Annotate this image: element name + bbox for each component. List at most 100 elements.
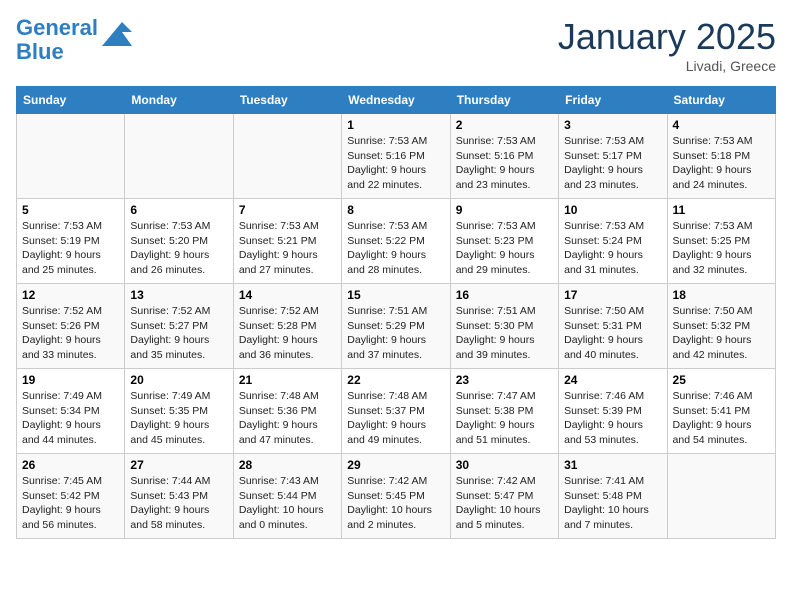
day-number: 4	[673, 118, 770, 132]
cell-content: Sunrise: 7:49 AM Sunset: 5:34 PM Dayligh…	[22, 389, 119, 448]
cell-content: Sunrise: 7:50 AM Sunset: 5:31 PM Dayligh…	[564, 304, 661, 363]
day-header-saturday: Saturday	[667, 87, 775, 114]
calendar-cell	[667, 454, 775, 539]
calendar-cell: 8 Sunrise: 7:53 AM Sunset: 5:22 PM Daylig…	[342, 199, 450, 284]
day-number: 10	[564, 203, 661, 217]
cell-content: Sunrise: 7:53 AM Sunset: 5:22 PM Dayligh…	[347, 219, 444, 278]
cell-content: Sunrise: 7:47 AM Sunset: 5:38 PM Dayligh…	[456, 389, 553, 448]
calendar-cell: 4 Sunrise: 7:53 AM Sunset: 5:18 PM Daylig…	[667, 114, 775, 199]
calendar-cell: 2 Sunrise: 7:53 AM Sunset: 5:16 PM Daylig…	[450, 114, 558, 199]
day-header-tuesday: Tuesday	[233, 87, 341, 114]
cell-content: Sunrise: 7:52 AM Sunset: 5:28 PM Dayligh…	[239, 304, 336, 363]
month-title: January 2025	[558, 16, 776, 58]
calendar-week-row: 1 Sunrise: 7:53 AM Sunset: 5:16 PM Daylig…	[17, 114, 776, 199]
calendar-cell: 6 Sunrise: 7:53 AM Sunset: 5:20 PM Daylig…	[125, 199, 233, 284]
cell-content: Sunrise: 7:53 AM Sunset: 5:23 PM Dayligh…	[456, 219, 553, 278]
calendar-header-row: SundayMondayTuesdayWednesdayThursdayFrid…	[17, 87, 776, 114]
calendar-cell: 9 Sunrise: 7:53 AM Sunset: 5:23 PM Daylig…	[450, 199, 558, 284]
day-number: 15	[347, 288, 444, 302]
cell-content: Sunrise: 7:48 AM Sunset: 5:36 PM Dayligh…	[239, 389, 336, 448]
calendar-cell: 26 Sunrise: 7:45 AM Sunset: 5:42 PM Dayli…	[17, 454, 125, 539]
day-number: 14	[239, 288, 336, 302]
cell-content: Sunrise: 7:45 AM Sunset: 5:42 PM Dayligh…	[22, 474, 119, 533]
page-header: GeneralBlue January 2025 Livadi, Greece	[16, 16, 776, 74]
calendar-cell: 17Sunrise: 7:50 AM Sunset: 5:31 PM Dayli…	[559, 284, 667, 369]
day-header-wednesday: Wednesday	[342, 87, 450, 114]
calendar-cell	[125, 114, 233, 199]
cell-content: Sunrise: 7:52 AM Sunset: 5:27 PM Dayligh…	[130, 304, 227, 363]
calendar-table: SundayMondayTuesdayWednesdayThursdayFrid…	[16, 86, 776, 539]
logo-text: GeneralBlue	[16, 16, 98, 64]
calendar-cell: 11Sunrise: 7:53 AM Sunset: 5:25 PM Dayli…	[667, 199, 775, 284]
calendar-cell: 15 Sunrise: 7:51 AM Sunset: 5:29 PM Dayli…	[342, 284, 450, 369]
cell-content: Sunrise: 7:52 AM Sunset: 5:26 PM Dayligh…	[22, 304, 119, 363]
day-number: 9	[456, 203, 553, 217]
calendar-cell	[233, 114, 341, 199]
cell-content: Sunrise: 7:46 AM Sunset: 5:41 PM Dayligh…	[673, 389, 770, 448]
day-number: 13	[130, 288, 227, 302]
calendar-cell: 5 Sunrise: 7:53 AM Sunset: 5:19 PM Daylig…	[17, 199, 125, 284]
cell-content: Sunrise: 7:42 AM Sunset: 5:47 PM Dayligh…	[456, 474, 553, 533]
calendar-cell: 21Sunrise: 7:48 AM Sunset: 5:36 PM Dayli…	[233, 369, 341, 454]
calendar-cell: 28Sunrise: 7:43 AM Sunset: 5:44 PM Dayli…	[233, 454, 341, 539]
day-number: 26	[22, 458, 119, 472]
cell-content: Sunrise: 7:51 AM Sunset: 5:30 PM Dayligh…	[456, 304, 553, 363]
calendar-week-row: 5 Sunrise: 7:53 AM Sunset: 5:19 PM Daylig…	[17, 199, 776, 284]
cell-content: Sunrise: 7:53 AM Sunset: 5:24 PM Dayligh…	[564, 219, 661, 278]
day-number: 16	[456, 288, 553, 302]
calendar-cell: 13 Sunrise: 7:52 AM Sunset: 5:27 PM Dayli…	[125, 284, 233, 369]
calendar-cell: 30 Sunrise: 7:42 AM Sunset: 5:47 PM Dayli…	[450, 454, 558, 539]
calendar-cell: 19Sunrise: 7:49 AM Sunset: 5:34 PM Dayli…	[17, 369, 125, 454]
cell-content: Sunrise: 7:53 AM Sunset: 5:17 PM Dayligh…	[564, 134, 661, 193]
cell-content: Sunrise: 7:48 AM Sunset: 5:37 PM Dayligh…	[347, 389, 444, 448]
logo-icon	[102, 22, 132, 46]
day-number: 2	[456, 118, 553, 132]
day-number: 30	[456, 458, 553, 472]
cell-content: Sunrise: 7:41 AM Sunset: 5:48 PM Dayligh…	[564, 474, 661, 533]
cell-content: Sunrise: 7:53 AM Sunset: 5:25 PM Dayligh…	[673, 219, 770, 278]
day-number: 18	[673, 288, 770, 302]
day-number: 1	[347, 118, 444, 132]
calendar-cell: 1 Sunrise: 7:53 AM Sunset: 5:16 PM Daylig…	[342, 114, 450, 199]
cell-content: Sunrise: 7:53 AM Sunset: 5:19 PM Dayligh…	[22, 219, 119, 278]
day-number: 12	[22, 288, 119, 302]
cell-content: Sunrise: 7:50 AM Sunset: 5:32 PM Dayligh…	[673, 304, 770, 363]
cell-content: Sunrise: 7:53 AM Sunset: 5:18 PM Dayligh…	[673, 134, 770, 193]
day-number: 8	[347, 203, 444, 217]
cell-content: Sunrise: 7:53 AM Sunset: 5:16 PM Dayligh…	[347, 134, 444, 193]
calendar-cell: 31 Sunrise: 7:41 AM Sunset: 5:48 PM Dayli…	[559, 454, 667, 539]
calendar-cell: 22 Sunrise: 7:48 AM Sunset: 5:37 PM Dayli…	[342, 369, 450, 454]
day-number: 22	[347, 373, 444, 387]
calendar-cell: 27 Sunrise: 7:44 AM Sunset: 5:43 PM Dayli…	[125, 454, 233, 539]
day-number: 7	[239, 203, 336, 217]
calendar-cell: 12 Sunrise: 7:52 AM Sunset: 5:26 PM Dayli…	[17, 284, 125, 369]
cell-content: Sunrise: 7:53 AM Sunset: 5:20 PM Dayligh…	[130, 219, 227, 278]
day-number: 24	[564, 373, 661, 387]
calendar-week-row: 19Sunrise: 7:49 AM Sunset: 5:34 PM Dayli…	[17, 369, 776, 454]
day-number: 6	[130, 203, 227, 217]
calendar-cell: 14 Sunrise: 7:52 AM Sunset: 5:28 PM Dayli…	[233, 284, 341, 369]
day-number: 31	[564, 458, 661, 472]
calendar-cell	[17, 114, 125, 199]
calendar-cell: 18 Sunrise: 7:50 AM Sunset: 5:32 PM Dayli…	[667, 284, 775, 369]
day-number: 5	[22, 203, 119, 217]
cell-content: Sunrise: 7:53 AM Sunset: 5:21 PM Dayligh…	[239, 219, 336, 278]
calendar-cell: 29Sunrise: 7:42 AM Sunset: 5:45 PM Dayli…	[342, 454, 450, 539]
location: Livadi, Greece	[558, 58, 776, 74]
day-number: 28	[239, 458, 336, 472]
calendar-cell: 23Sunrise: 7:47 AM Sunset: 5:38 PM Dayli…	[450, 369, 558, 454]
calendar-week-row: 12 Sunrise: 7:52 AM Sunset: 5:26 PM Dayli…	[17, 284, 776, 369]
cell-content: Sunrise: 7:51 AM Sunset: 5:29 PM Dayligh…	[347, 304, 444, 363]
calendar-cell: 20Sunrise: 7:49 AM Sunset: 5:35 PM Dayli…	[125, 369, 233, 454]
day-header-thursday: Thursday	[450, 87, 558, 114]
day-header-friday: Friday	[559, 87, 667, 114]
day-number: 3	[564, 118, 661, 132]
cell-content: Sunrise: 7:53 AM Sunset: 5:16 PM Dayligh…	[456, 134, 553, 193]
logo: GeneralBlue	[16, 16, 132, 64]
cell-content: Sunrise: 7:46 AM Sunset: 5:39 PM Dayligh…	[564, 389, 661, 448]
day-number: 27	[130, 458, 227, 472]
calendar-cell: 7 Sunrise: 7:53 AM Sunset: 5:21 PM Daylig…	[233, 199, 341, 284]
title-block: January 2025 Livadi, Greece	[558, 16, 776, 74]
cell-content: Sunrise: 7:44 AM Sunset: 5:43 PM Dayligh…	[130, 474, 227, 533]
cell-content: Sunrise: 7:49 AM Sunset: 5:35 PM Dayligh…	[130, 389, 227, 448]
